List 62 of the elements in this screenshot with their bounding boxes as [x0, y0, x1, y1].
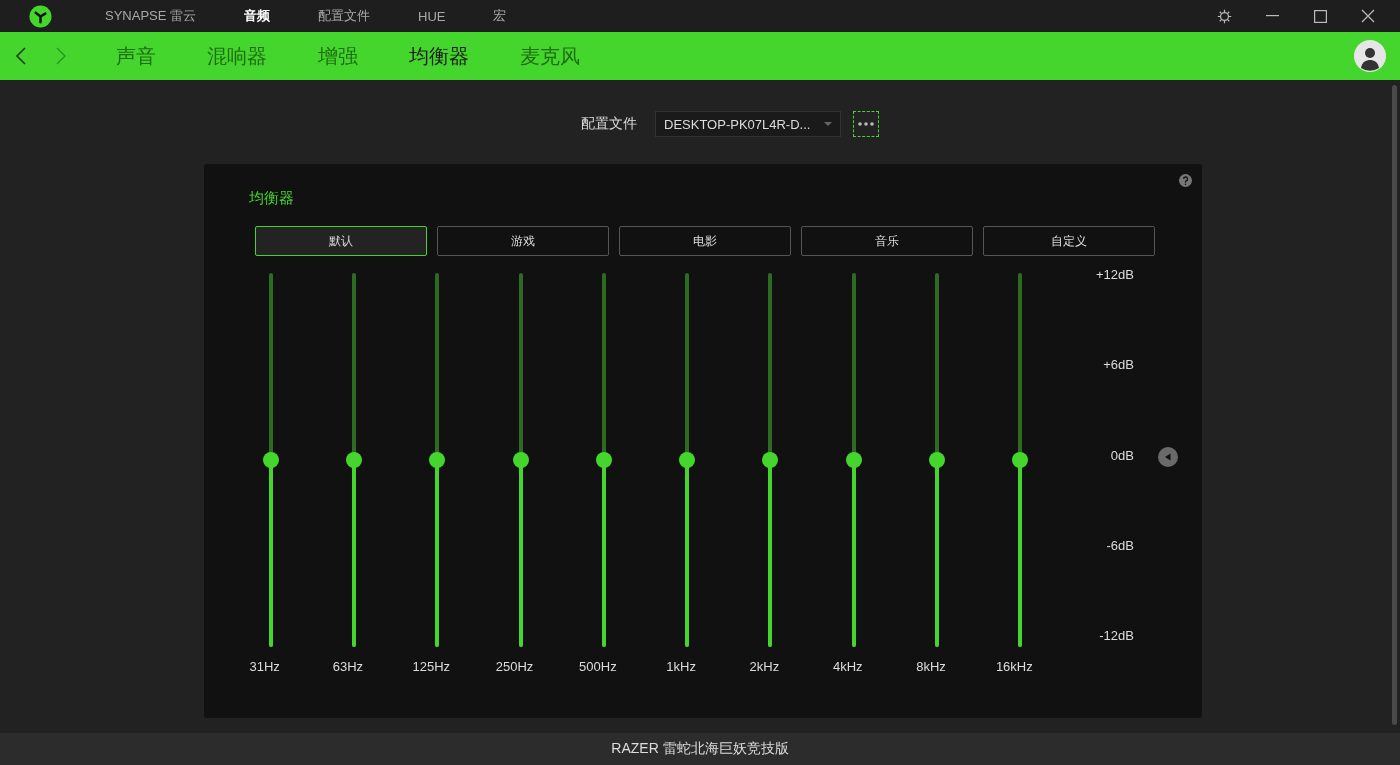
slider-track[interactable] [851, 273, 856, 647]
frequency-label: 16kHz [995, 659, 1033, 674]
frequency-label: 125Hz [412, 659, 451, 674]
frequency-label: 8kHz [916, 659, 946, 674]
close-icon[interactable] [1361, 9, 1375, 23]
more-icon [858, 122, 874, 126]
slider-thumb[interactable] [512, 452, 529, 468]
app-tab[interactable]: 宏 [469, 0, 531, 32]
preset-button[interactable]: 游戏 [437, 226, 609, 256]
frequency-label: 1kHz [666, 659, 696, 674]
maximize-icon[interactable] [1313, 9, 1327, 23]
slider-track[interactable] [351, 273, 356, 647]
device-name: RAZER 雷蛇北海巨妖竞技版 [611, 740, 789, 758]
slider-track[interactable] [268, 273, 273, 647]
minimize-icon[interactable] [1265, 15, 1279, 17]
slider-track[interactable] [601, 273, 606, 647]
slider-thumb[interactable] [1012, 452, 1029, 468]
more-button[interactable] [853, 111, 879, 137]
slider-thumb[interactable] [679, 452, 696, 468]
scrollbar[interactable] [1392, 85, 1397, 725]
slider-thumb[interactable] [929, 452, 945, 468]
frequency-label: 4kHz [832, 659, 863, 674]
app-tab[interactable]: 音频 [220, 0, 295, 32]
help-icon[interactable] [1179, 174, 1192, 187]
section-tab[interactable]: 增强 [318, 42, 358, 70]
slider-track[interactable] [518, 273, 523, 647]
preset-button[interactable]: 音乐 [801, 226, 973, 256]
caret-icon [824, 122, 832, 126]
preset-button[interactable]: 电影 [619, 226, 791, 256]
frequency-label: 63Hz [332, 659, 364, 674]
slider-track[interactable] [768, 273, 773, 647]
slider-thumb[interactable] [762, 452, 779, 468]
slider-thumb[interactable] [845, 452, 862, 468]
scale-label: +12dB [1096, 267, 1134, 282]
app-tab[interactable]: SYNAPSE 雷云 [105, 0, 221, 32]
preset-button[interactable]: 自定义 [983, 226, 1155, 256]
profile-label: 配置文件 [581, 115, 637, 133]
panel-title: 均衡器 [249, 189, 295, 208]
frequency-label: 31Hz [249, 659, 280, 674]
logo-icon [29, 4, 52, 28]
slider-track[interactable] [435, 273, 440, 647]
frequency-label: 2kHz [749, 659, 780, 674]
scale-label: +6dB [1103, 357, 1134, 373]
slider-track[interactable] [1018, 273, 1023, 647]
frequency-label: 500Hz [579, 659, 617, 674]
app-tab[interactable]: HUE [394, 0, 470, 32]
slider-thumb[interactable] [595, 452, 612, 468]
scale-label: -6dB [1106, 537, 1134, 553]
profile-dropdown[interactable]: DESKTOP-PK07L4R-D... [655, 111, 841, 137]
scale-label: 0dB [1110, 447, 1134, 463]
section-tab[interactable]: 均衡器 [409, 42, 469, 70]
slider-thumb[interactable] [262, 452, 279, 468]
preset-button[interactable]: 默认 [255, 226, 427, 256]
slider-track[interactable] [935, 273, 939, 647]
slider-track[interactable] [685, 273, 690, 647]
app-tab[interactable]: 配置文件 [294, 0, 395, 32]
settings-icon[interactable] [1216, 8, 1232, 24]
slider-thumb[interactable] [345, 452, 362, 468]
scale-label: -12dB [1099, 628, 1134, 643]
avatar-icon[interactable] [1354, 40, 1386, 72]
frequency-label: 250Hz [495, 659, 534, 674]
slider-thumb[interactable] [429, 452, 446, 468]
